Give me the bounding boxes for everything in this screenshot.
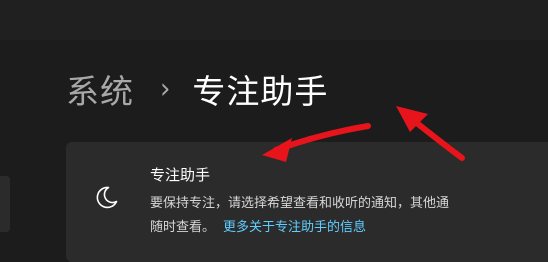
annotation-arrows (262, 106, 465, 162)
annotation-arrow-left (262, 123, 371, 162)
annotation-arrow-right (396, 106, 465, 161)
